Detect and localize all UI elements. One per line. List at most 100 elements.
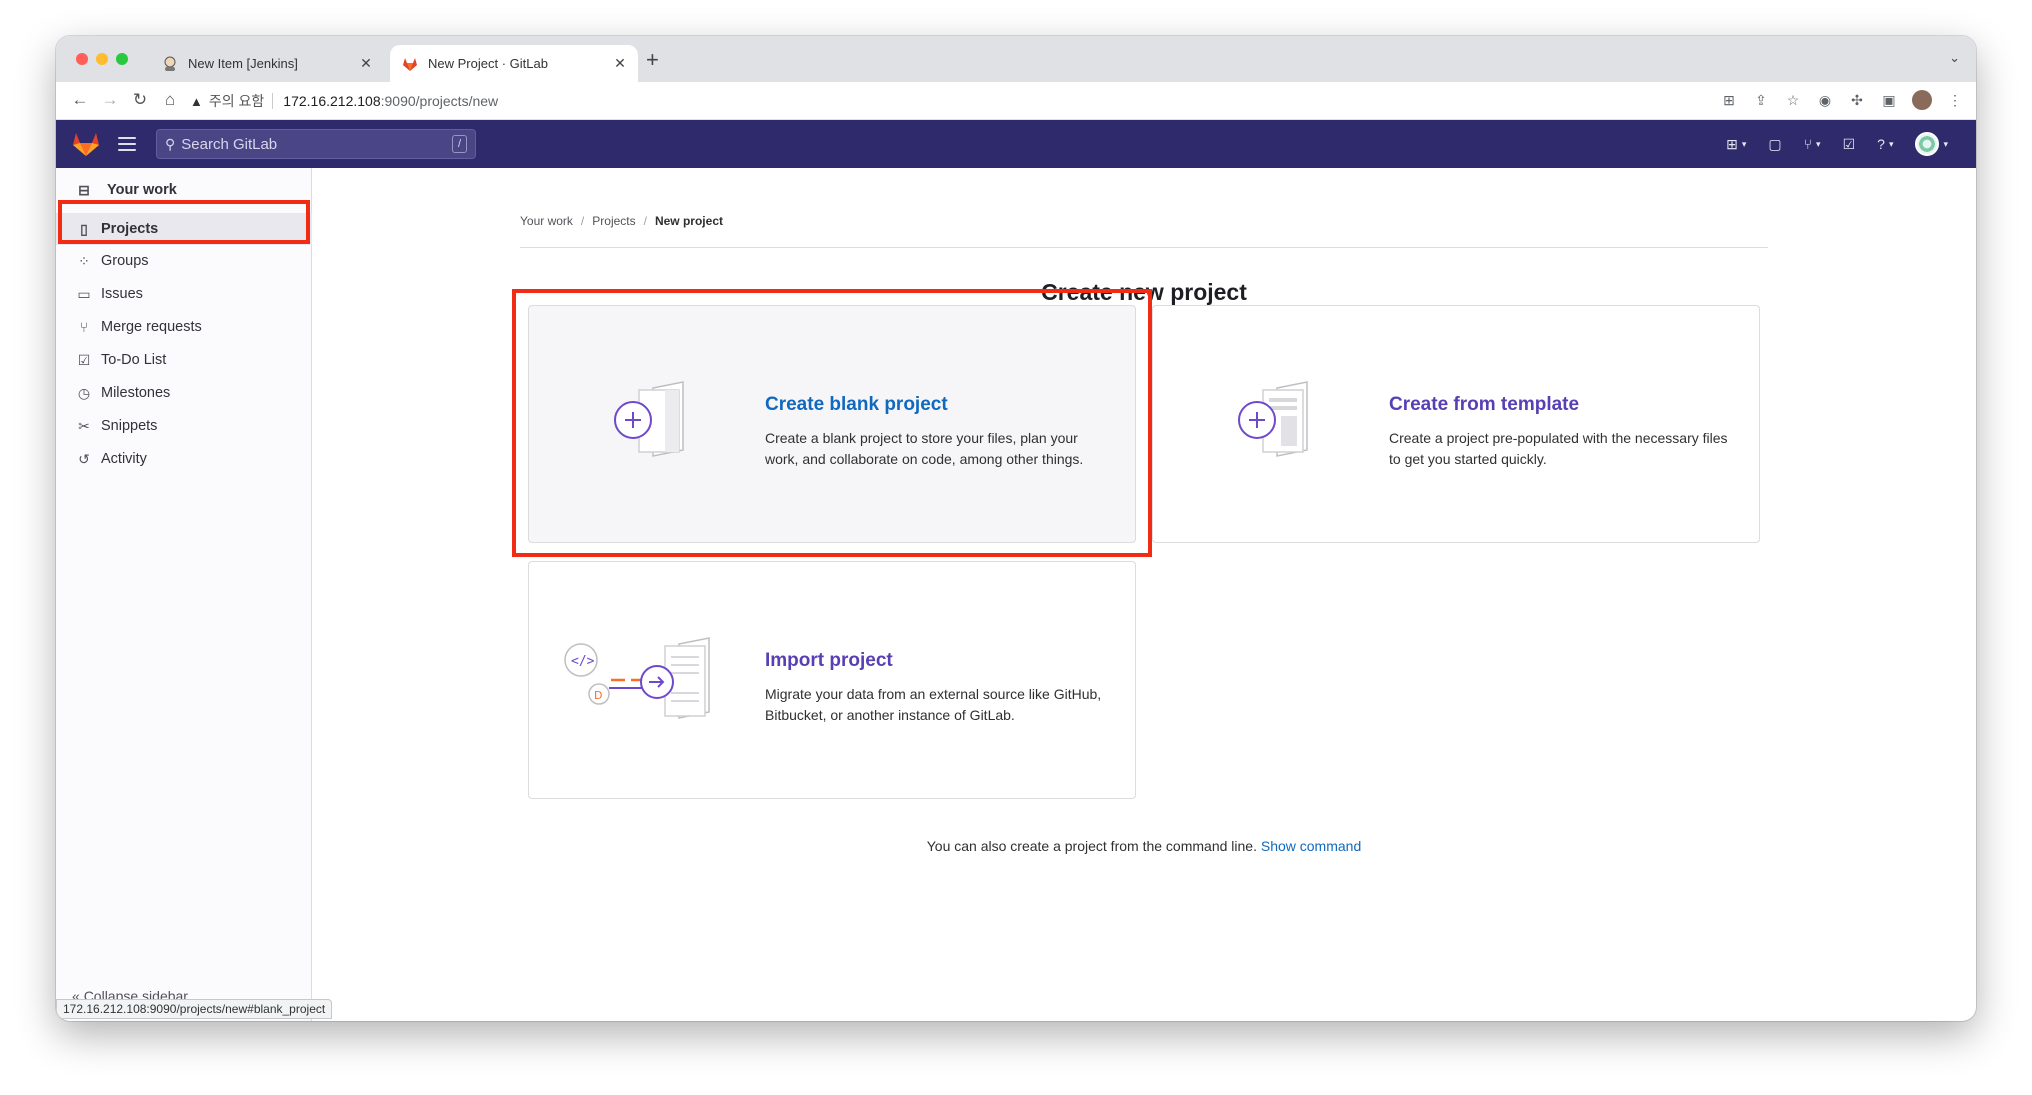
plus-square-icon: ⊞ bbox=[1726, 135, 1738, 152]
window-controls bbox=[76, 53, 128, 65]
url-text[interactable]: 172.16.212.108:9090/projects/new bbox=[283, 93, 498, 109]
browser-window: New Item [Jenkins] ✕ New Project · GitLa… bbox=[56, 36, 1976, 1021]
user-menu[interactable]: ▾ bbox=[1915, 132, 1948, 156]
command-line-hint: You can also create a project from the c… bbox=[520, 838, 1768, 854]
extensions-icon[interactable]: ✣ bbox=[1848, 91, 1866, 109]
user-avatar bbox=[1915, 132, 1940, 156]
share-icon[interactable]: ⇪ bbox=[1752, 91, 1770, 109]
breadcrumb-divider bbox=[520, 247, 1768, 248]
forward-arrow-icon[interactable]: → bbox=[98, 90, 122, 110]
card-title[interactable]: Import project bbox=[765, 650, 893, 672]
browser-toolbar: ← → ↻ ⌂ ▲ 주의 요함 172.16.212.108:9090/proj… bbox=[56, 82, 1976, 120]
address-bar[interactable]: ▲ 주의 요함 172.16.212.108:9090/projects/new bbox=[190, 87, 1720, 115]
search-shortcut-badge: / bbox=[451, 135, 467, 153]
sidebar-item-label: Groups bbox=[101, 253, 149, 269]
home-icon[interactable]: ⌂ bbox=[158, 90, 182, 110]
group-icon: ⁘ bbox=[78, 252, 90, 269]
import-project-illustration-icon: </> D bbox=[564, 637, 710, 719]
sidebar-item-issues[interactable]: ▭ Issues bbox=[56, 278, 312, 310]
link-status-bar: 172.16.212.108:9090/projects/new#blank_p… bbox=[56, 999, 333, 1019]
sidebar-item-todo-list[interactable]: ☑ To-Do List bbox=[56, 344, 312, 376]
breadcrumb-projects[interactable]: Projects bbox=[592, 214, 635, 228]
tab-gitlab[interactable]: New Project · GitLab ✕ bbox=[390, 45, 638, 82]
merge-request-icon: ⑂ bbox=[79, 319, 89, 335]
help-dropdown[interactable]: ? ▾ bbox=[1877, 136, 1893, 152]
new-tab-button[interactable]: + bbox=[646, 48, 659, 72]
card-description: Create a project pre-populated with the … bbox=[1389, 430, 1728, 467]
security-warning-label[interactable]: 주의 요함 bbox=[209, 91, 264, 111]
url-path: :9090/projects/new bbox=[380, 93, 499, 109]
camera-icon[interactable]: ◉ bbox=[1816, 91, 1834, 109]
reload-icon[interactable]: ↻ bbox=[128, 90, 152, 110]
gitlab-logo-icon[interactable] bbox=[72, 131, 100, 157]
translate-icon[interactable]: ⊞ bbox=[1720, 91, 1738, 109]
bookmark-star-icon[interactable]: ☆ bbox=[1784, 91, 1802, 109]
breadcrumb-separator: / bbox=[643, 214, 647, 228]
gitlab-header: ⚲ Search GitLab / ⊞ ▾ ▢ ⑂ ▾ ☑ ? ▾ ▾ bbox=[56, 120, 1976, 168]
todo-icon: ☑ bbox=[77, 351, 91, 368]
breadcrumb-your-work[interactable]: Your work bbox=[520, 214, 573, 228]
help-icon: ? bbox=[1877, 136, 1885, 152]
show-command-link[interactable]: Show command bbox=[1261, 838, 1361, 854]
search-icon: ⚲ bbox=[165, 135, 176, 152]
hamburger-menu-icon[interactable] bbox=[118, 137, 136, 151]
side-panel-icon[interactable]: ▣ bbox=[1880, 91, 1898, 109]
sidebar-item-groups[interactable]: ⁘ Groups bbox=[56, 245, 312, 277]
sidebar-item-label: Milestones bbox=[101, 385, 171, 401]
minimize-window-button[interactable] bbox=[96, 53, 108, 65]
gitlab-favicon-icon bbox=[402, 56, 418, 72]
briefcase-icon: ⊟ bbox=[78, 181, 90, 198]
create-new-dropdown[interactable]: ⊞ ▾ bbox=[1726, 136, 1746, 153]
highlight-box-blank-project bbox=[512, 289, 1152, 557]
sidebar-item-snippets[interactable]: ✂ Snippets bbox=[56, 410, 312, 442]
more-menu-icon[interactable]: ⋮ bbox=[1946, 91, 1964, 109]
search-input[interactable]: ⚲ Search GitLab / bbox=[156, 129, 476, 159]
breadcrumb: Your work / Projects / New project bbox=[520, 214, 723, 228]
create-from-template-card[interactable]: Create from template Create a project pr… bbox=[1152, 305, 1760, 543]
command-line-text: You can also create a project from the c… bbox=[926, 838, 1257, 854]
back-arrow-icon[interactable]: ← bbox=[68, 90, 92, 110]
tab-search-chevron-icon[interactable]: ⌄ bbox=[1949, 50, 1960, 66]
tab-title: New Project · GitLab bbox=[428, 56, 548, 71]
clock-icon: ◷ bbox=[77, 384, 91, 401]
highlight-box-projects bbox=[58, 200, 310, 244]
toolbar-icons: ⊞ ⇪ ☆ ◉ ✣ ▣ ⋮ bbox=[1720, 90, 1964, 110]
issues-icon: ▭ bbox=[77, 285, 91, 302]
sidebar-item-label: Issues bbox=[101, 286, 143, 302]
import-project-card[interactable]: </> D Import project Migrate your data f… bbox=[528, 561, 1136, 799]
breadcrumb-separator: / bbox=[580, 214, 585, 228]
sidebar-heading-label: Your work bbox=[107, 182, 177, 198]
zoom-window-button[interactable] bbox=[116, 53, 128, 65]
left-sidebar: ⊟ Your work ▯ Projects ⁘ Groups ▭ Issues… bbox=[56, 168, 312, 1021]
issues-header-icon[interactable]: ▢ bbox=[1768, 136, 1781, 153]
tab-strip: New Item [Jenkins] ✕ New Project · GitLa… bbox=[56, 36, 1976, 82]
tab-jenkins[interactable]: New Item [Jenkins] ✕ bbox=[148, 45, 384, 82]
sidebar-item-milestones[interactable]: ◷ Milestones bbox=[56, 377, 312, 409]
sidebar-item-label: Snippets bbox=[101, 418, 158, 434]
search-placeholder: Search GitLab bbox=[181, 135, 278, 153]
profile-avatar[interactable] bbox=[1912, 90, 1932, 110]
close-tab-icon[interactable]: ✕ bbox=[610, 55, 630, 72]
jenkins-favicon-icon bbox=[162, 56, 178, 72]
sidebar-item-merge-requests[interactable]: ⑂ Merge requests bbox=[56, 311, 312, 343]
chevron-down-icon: ▾ bbox=[1943, 138, 1948, 149]
close-window-button[interactable] bbox=[76, 53, 88, 65]
merge-requests-dropdown[interactable]: ⑂ ▾ bbox=[1804, 136, 1821, 152]
omnibox-divider bbox=[272, 93, 274, 109]
history-icon: ↺ bbox=[78, 450, 90, 467]
card-description: Migrate your data from an external sourc… bbox=[765, 686, 1102, 723]
merge-request-icon: ⑂ bbox=[1803, 136, 1813, 152]
sidebar-item-label: Merge requests bbox=[101, 319, 202, 335]
warning-icon[interactable]: ▲ bbox=[190, 94, 203, 109]
todos-icon[interactable]: ☑ bbox=[1843, 136, 1856, 153]
close-tab-icon[interactable]: ✕ bbox=[356, 55, 376, 72]
snippet-icon: ✂ bbox=[78, 417, 90, 434]
sidebar-item-activity[interactable]: ↺ Activity bbox=[56, 443, 312, 475]
svg-text:D: D bbox=[594, 689, 602, 702]
svg-text:</>: </> bbox=[571, 654, 595, 669]
tab-title: New Item [Jenkins] bbox=[188, 56, 298, 71]
url-host: 172.16.212.108 bbox=[283, 93, 381, 109]
breadcrumb-new-project[interactable]: New project bbox=[655, 214, 723, 228]
chevron-down-icon: ▾ bbox=[1816, 138, 1821, 149]
card-title[interactable]: Create from template bbox=[1389, 394, 1579, 416]
